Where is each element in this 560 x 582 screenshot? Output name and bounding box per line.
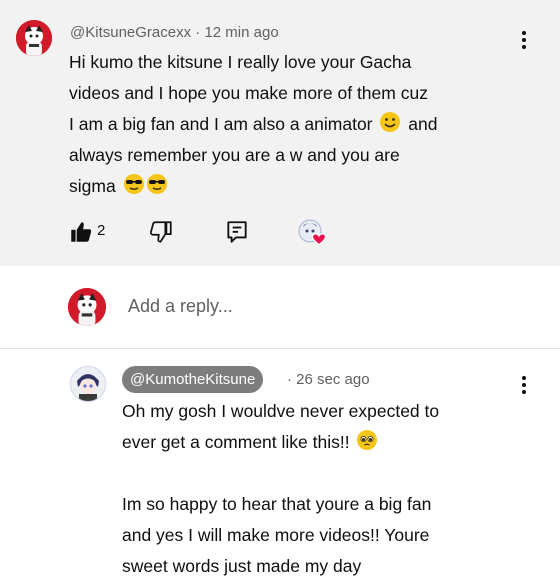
comment-line: sigma [69, 171, 529, 202]
comment-line: Hi kumo the kitsune I really love your G… [69, 52, 412, 72]
more-vert-icon[interactable] [514, 373, 534, 397]
comment-author[interactable]: @KitsuneGracexx [70, 24, 191, 41]
reply-icon[interactable] [224, 219, 250, 245]
comment-line-text: sigma [69, 176, 116, 196]
reply-line [122, 458, 542, 489]
reply-line: sweet words just made my day [122, 551, 542, 582]
creator-badge[interactable]: @KumotheKitsune [122, 366, 264, 393]
reply-line: Oh my gosh I wouldve never expected to [122, 401, 440, 421]
user-avatar [68, 288, 106, 326]
comment-line: videos and I hope you make more of them … [69, 83, 428, 103]
reply-line-text: sweet words just made my day [122, 556, 362, 576]
reply-text: Oh my gosh I wouldve never expected to e… [122, 396, 542, 582]
comment-line-text: and [408, 114, 438, 134]
reply-line: ever get a comment like this!! [122, 427, 542, 458]
creator-avatar[interactable] [70, 366, 106, 402]
comment-line-text: I am a big fan and I am also a animator [69, 114, 373, 134]
creator-heart-icon[interactable] [297, 217, 329, 249]
sunglasses-emoji-icon [146, 174, 167, 194]
reply-line: Im so happy to hear that youre a big fan [122, 494, 432, 514]
sunglasses-emoji-icon [123, 174, 144, 194]
thumbs-up-icon[interactable] [68, 219, 94, 245]
top-comment: @KitsuneGracexx · 12 min ago Hi kumo the… [0, 0, 560, 266]
comment-line: I am a big fan and I am also a animator … [69, 109, 529, 140]
comment-text: Hi kumo the kitsune I really love your G… [69, 47, 529, 202]
add-reply-input[interactable]: Add a reply... [128, 296, 233, 317]
pleading-emoji-icon [357, 430, 378, 450]
reply-line: and yes I will make more videos!! Youre [122, 525, 430, 545]
smile-emoji-icon [380, 112, 401, 132]
thumbs-down-icon[interactable] [148, 219, 174, 245]
reply-line-text: ever get a comment like this!! [122, 432, 350, 452]
comment-meta: @KitsuneGracexx · 12 min ago [70, 24, 279, 41]
commenter-avatar[interactable] [16, 20, 52, 56]
reply-time: · 26 sec ago [287, 371, 370, 388]
divider [0, 348, 560, 349]
like-count: 2 [97, 222, 106, 239]
comment-time: · 12 min ago [195, 24, 279, 41]
comment-line: always remember you are a w and you are [69, 145, 400, 165]
